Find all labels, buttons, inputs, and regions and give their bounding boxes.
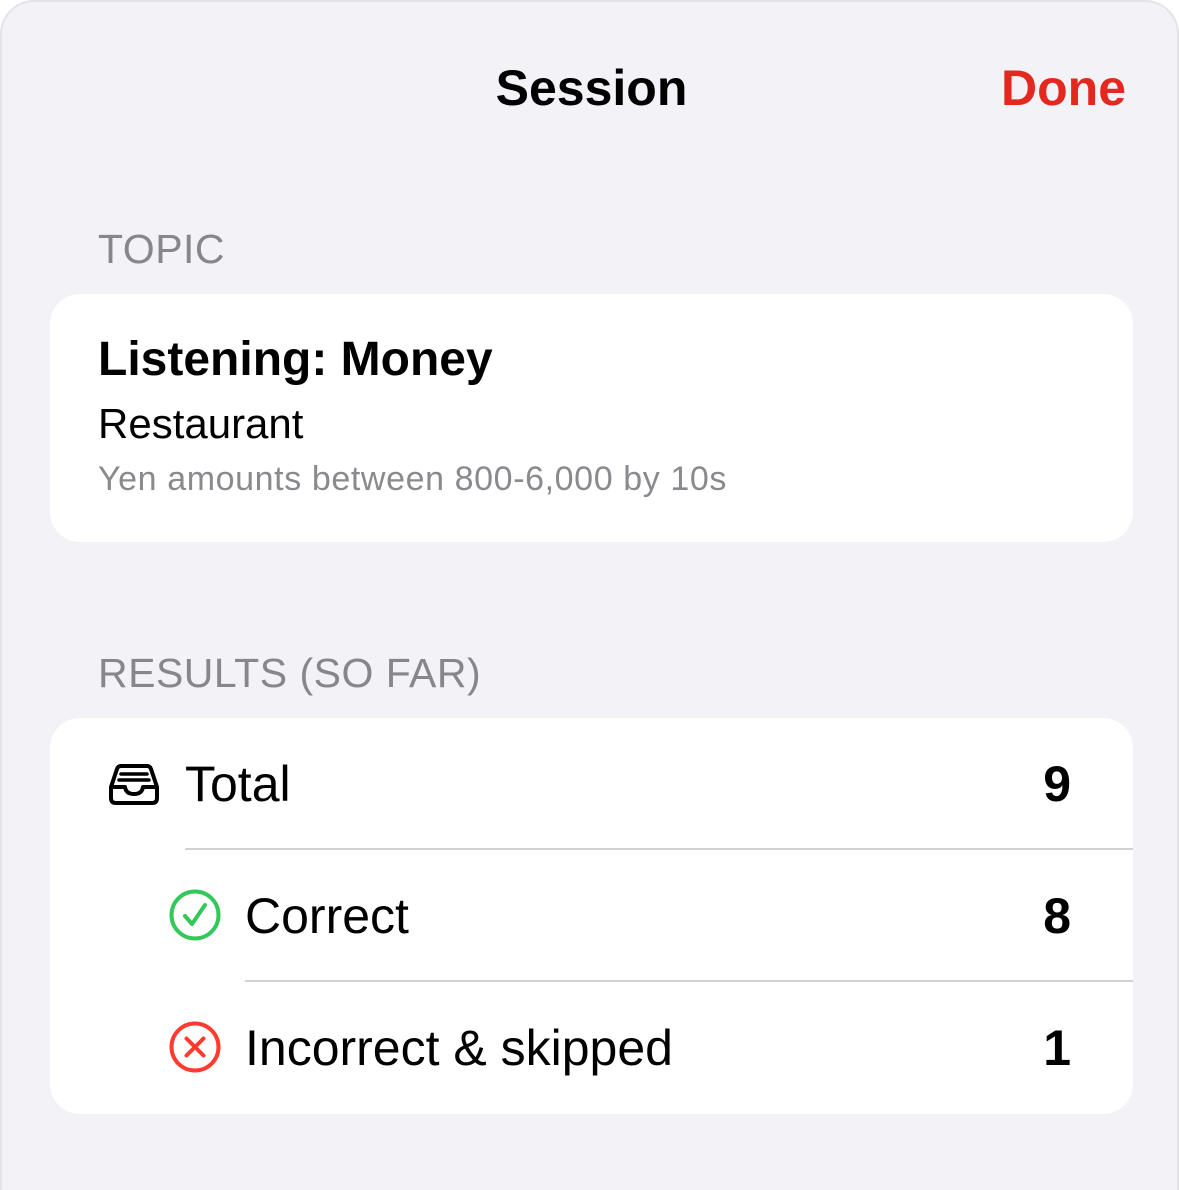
incorrect-label: Incorrect & skipped — [245, 1020, 673, 1076]
topic-section-header: TOPIC — [98, 226, 226, 272]
correct-row: Correct 8 — [50, 850, 1133, 982]
topic-description: Yen amounts between 800-6,000 by 10s — [98, 460, 728, 498]
incorrect-row: Incorrect & skipped 1 — [50, 982, 1133, 1112]
done-button[interactable]: Done — [1001, 58, 1126, 118]
topic-card: Listening: Money Restaurant Yen amounts … — [50, 294, 1133, 542]
correct-label: Correct — [245, 888, 409, 944]
results-card: Total 9 Correct 8 Incorrect & skipped 1 — [50, 718, 1133, 1114]
topic-title: Listening: Money — [98, 333, 493, 386]
tray-icon — [106, 755, 162, 811]
results-section-header: RESULTS (SO FAR) — [98, 650, 482, 696]
session-sheet: Session Done TOPIC Listening: Money Rest… — [0, 0, 1179, 1190]
total-row: Total 9 — [50, 718, 1133, 850]
topic-subtitle: Restaurant — [98, 400, 304, 447]
x-circle-icon — [167, 1019, 223, 1075]
correct-value: 8 — [1043, 888, 1071, 944]
incorrect-value: 1 — [1043, 1020, 1071, 1076]
checkmark-circle-icon — [167, 887, 223, 943]
total-value: 9 — [1043, 756, 1071, 812]
total-label: Total — [185, 756, 291, 812]
